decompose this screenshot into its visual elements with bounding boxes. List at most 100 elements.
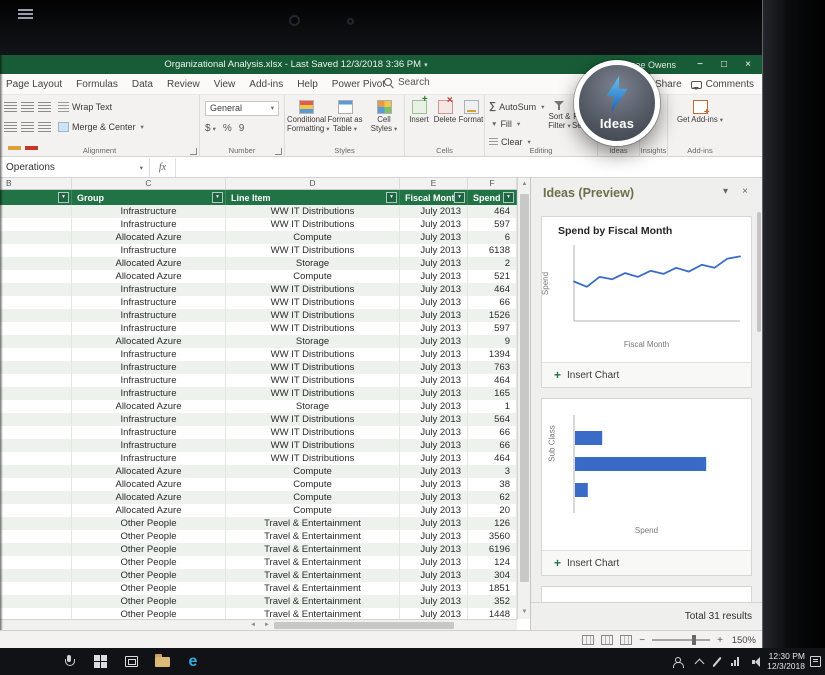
column-header-f[interactable]: F: [468, 178, 517, 189]
table-row[interactable]: Other PeopleTravel & EntertainmentJuly 2…: [0, 556, 517, 569]
horizontal-scrollbar[interactable]: ◄ ►: [0, 619, 517, 630]
tab-formulas[interactable]: Formulas: [76, 79, 118, 90]
column-header-b[interactable]: B: [0, 178, 72, 189]
column-header-c[interactable]: C: [72, 178, 226, 189]
sort-filter-button[interactable]: Sort & Filter▾: [547, 100, 572, 131]
vertical-scroll-thumb[interactable]: [520, 194, 529, 582]
comments-button[interactable]: Comments: [691, 79, 754, 90]
filter-icon[interactable]: ▾: [503, 192, 514, 203]
pane-options-icon[interactable]: ▾: [723, 186, 728, 197]
filter-icon[interactable]: ▾: [454, 192, 465, 203]
title-dropdown-icon[interactable]: ▾: [424, 62, 428, 69]
conditional-formatting-button[interactable]: Conditional Formatting▾: [287, 100, 325, 134]
spreadsheet-grid[interactable]: InfrastructureWW IT DistributionsJuly 20…: [0, 205, 517, 619]
table-row[interactable]: Allocated AzureStorageJuly 20131: [0, 400, 517, 413]
tab-review[interactable]: Review: [167, 79, 200, 90]
table-row[interactable]: InfrastructureWW IT DistributionsJuly 20…: [0, 361, 517, 374]
minimize-button[interactable]: −: [688, 55, 712, 74]
close-button[interactable]: ×: [736, 55, 760, 74]
align-vertical-icons[interactable]: [2, 99, 53, 117]
percent-format-button[interactable]: %: [223, 123, 232, 134]
insert-chart-button[interactable]: + Insert Chart: [542, 362, 751, 387]
task-view-button[interactable]: [119, 648, 143, 675]
filter-icon[interactable]: ▾: [58, 192, 69, 203]
number-format-dropdown[interactable]: General ▾: [205, 101, 279, 116]
volume-icon[interactable]: [752, 657, 763, 667]
dialog-launcher-icon[interactable]: [275, 148, 282, 155]
table-row[interactable]: InfrastructureWW IT DistributionsJuly 20…: [0, 348, 517, 361]
network-icon[interactable]: [731, 657, 739, 666]
table-row[interactable]: InfrastructureWW IT DistributionsJuly 20…: [0, 244, 517, 257]
start-button[interactable]: [88, 648, 112, 675]
ideas-callout[interactable]: Ideas: [574, 60, 660, 146]
table-header-line-item[interactable]: Line Item ▾: [226, 190, 400, 205]
table-row[interactable]: Other PeopleTravel & EntertainmentJuly 2…: [0, 530, 517, 543]
table-row[interactable]: Other PeopleTravel & EntertainmentJuly 2…: [0, 595, 517, 608]
vertical-scrollbar[interactable]: ▲ ▼: [517, 178, 530, 619]
table-row[interactable]: InfrastructureWW IT DistributionsJuly 20…: [0, 426, 517, 439]
table-row[interactable]: Allocated AzureComputeJuly 201320: [0, 504, 517, 517]
table-row[interactable]: InfrastructureWW IT DistributionsJuly 20…: [0, 309, 517, 322]
file-explorer-button[interactable]: [150, 648, 174, 675]
page-break-view-icon[interactable]: [620, 635, 632, 645]
zoom-slider-thumb[interactable]: [692, 635, 696, 645]
insert-cells-button[interactable]: Insert: [406, 100, 432, 125]
filter-icon[interactable]: ▾: [386, 192, 397, 203]
edge-browser-button[interactable]: e: [181, 648, 205, 675]
table-row[interactable]: InfrastructureWW IT DistributionsJuly 20…: [0, 439, 517, 452]
column-headers[interactable]: B C D E F: [0, 178, 517, 190]
zoom-in-button[interactable]: +: [717, 635, 723, 646]
table-row[interactable]: Other PeopleTravel & EntertainmentJuly 2…: [0, 569, 517, 582]
zoom-out-button[interactable]: −: [639, 635, 645, 646]
zoom-level[interactable]: 150%: [730, 635, 756, 646]
table-header-spend[interactable]: Spend ▾: [468, 190, 517, 205]
formula-input[interactable]: [176, 158, 762, 177]
restore-button[interactable]: □: [712, 55, 736, 74]
table-row[interactable]: InfrastructureWW IT DistributionsJuly 20…: [0, 205, 517, 218]
table-row[interactable]: InfrastructureWW IT DistributionsJuly 20…: [0, 374, 517, 387]
table-row[interactable]: InfrastructureWW IT DistributionsJuly 20…: [0, 413, 517, 426]
table-row[interactable]: Allocated AzureComputeJuly 201362: [0, 491, 517, 504]
table-row[interactable]: InfrastructureWW IT DistributionsJuly 20…: [0, 387, 517, 400]
table-row[interactable]: Allocated AzureStorageJuly 20132: [0, 257, 517, 270]
table-header-cell[interactable]: ▾: [0, 190, 72, 205]
table-row[interactable]: Allocated AzureStorageJuly 20139: [0, 335, 517, 348]
format-cells-button[interactable]: Format: [458, 100, 484, 125]
delete-cells-button[interactable]: Delete: [432, 100, 458, 125]
tab-page-layout[interactable]: Page Layout: [6, 79, 62, 90]
tab-view[interactable]: View: [214, 79, 236, 90]
cell-styles-button[interactable]: Cell Styles▾: [365, 100, 403, 134]
fill-button[interactable]: ▼ Fill▾: [489, 119, 520, 129]
table-row[interactable]: InfrastructureWW IT DistributionsJuly 20…: [0, 452, 517, 465]
autosum-button[interactable]: ∑ AutoSum▾: [489, 101, 544, 112]
action-center-icon[interactable]: [810, 656, 821, 667]
table-row[interactable]: InfrastructureWW IT DistributionsJuly 20…: [0, 322, 517, 335]
table-row[interactable]: InfrastructureWW IT DistributionsJuly 20…: [0, 296, 517, 309]
table-row[interactable]: Allocated AzureComputeJuly 2013521: [0, 270, 517, 283]
comma-format-button[interactable]: 9: [239, 123, 245, 134]
currency-format-button[interactable]: $▾: [205, 123, 216, 134]
table-row[interactable]: Other PeopleTravel & EntertainmentJuly 2…: [0, 543, 517, 556]
wrap-text-button[interactable]: Wrap Text: [58, 102, 112, 112]
dialog-launcher-icon[interactable]: [190, 148, 197, 155]
table-row[interactable]: Other PeopleTravel & EntertainmentJuly 2…: [0, 608, 517, 619]
pane-close-icon[interactable]: ×: [742, 186, 748, 197]
column-header-d[interactable]: D: [226, 178, 400, 189]
merge-center-button[interactable]: Merge & Center ▾: [58, 122, 144, 132]
tab-data[interactable]: Data: [132, 79, 153, 90]
tab-add-ins[interactable]: Add-ins: [249, 79, 283, 90]
microphone-icon[interactable]: [57, 648, 81, 675]
insert-chart-button[interactable]: + Insert Chart: [542, 550, 751, 575]
name-box[interactable]: Operations ▾: [0, 158, 150, 177]
page-layout-view-icon[interactable]: [601, 635, 613, 645]
taskbar-clock[interactable]: 12:30 PM 12/3/2018: [767, 652, 805, 671]
filter-icon[interactable]: ▾: [212, 192, 223, 203]
table-row[interactable]: Allocated AzureComputeJuly 201338: [0, 478, 517, 491]
get-addins-button[interactable]: Get Add-ins▾: [672, 100, 728, 126]
table-row[interactable]: InfrastructureWW IT DistributionsJuly 20…: [0, 218, 517, 231]
format-as-table-button[interactable]: Format as Table▾: [326, 100, 364, 134]
tab-power-pivot[interactable]: Power Pivot: [332, 79, 385, 90]
table-header-group[interactable]: Group ▾: [72, 190, 226, 205]
search-box[interactable]: Search: [383, 77, 430, 88]
fx-icon[interactable]: fx: [150, 158, 176, 177]
